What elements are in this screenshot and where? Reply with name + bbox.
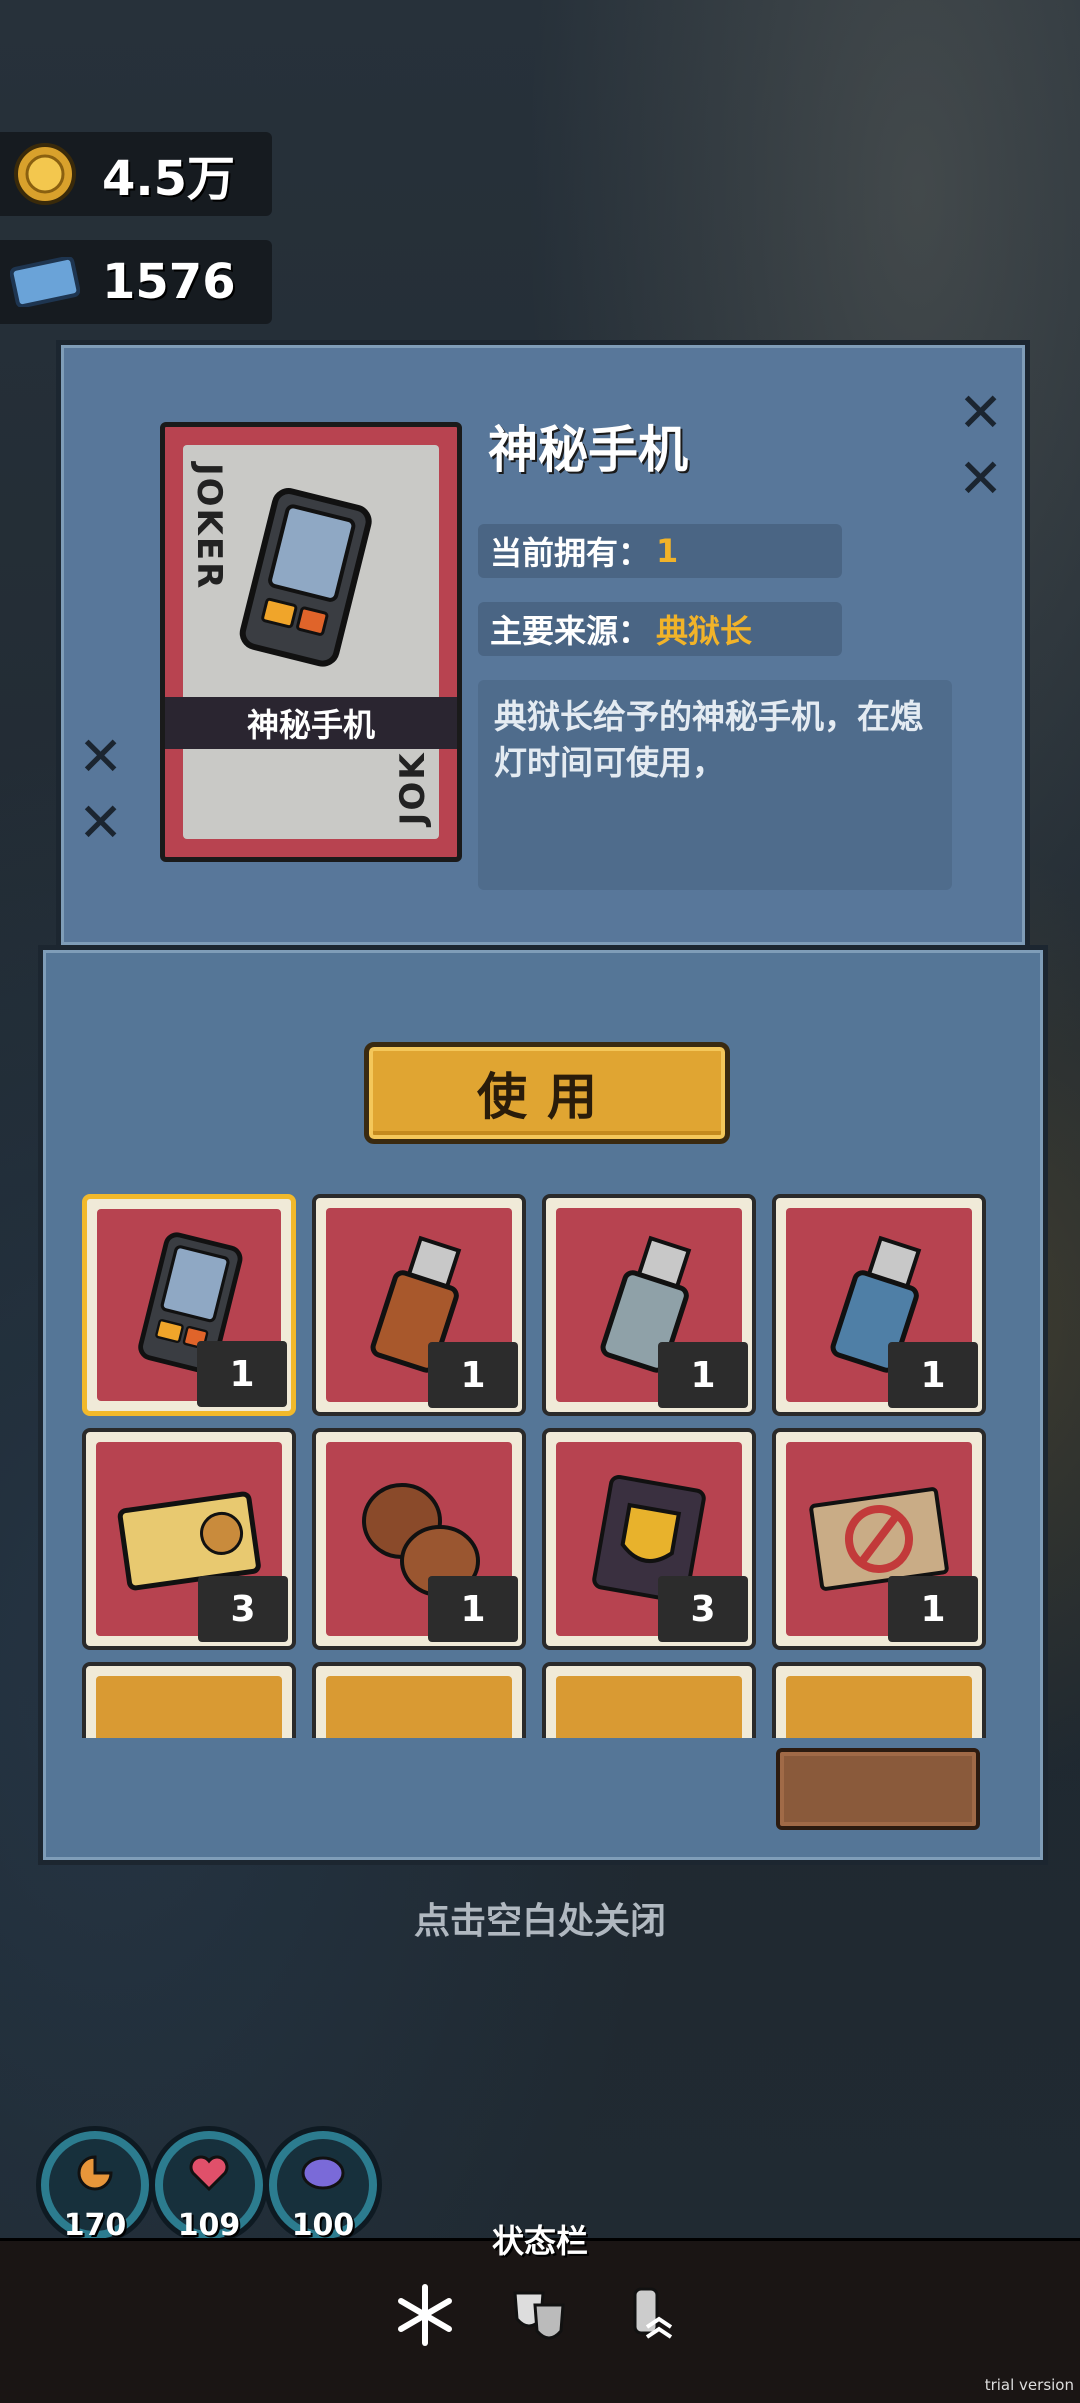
cross-decor-icon: ✕ xyxy=(78,791,124,854)
card-label: 神秘手机 xyxy=(165,697,457,749)
item-card: JOKER JOKER 神秘手机 xyxy=(160,422,462,862)
inventory-slot-usb-blue[interactable]: 1 xyxy=(772,1194,986,1416)
masks-icon[interactable] xyxy=(504,2280,574,2350)
card-face: JOKER JOKER xyxy=(183,445,439,839)
snowflake-icon[interactable] xyxy=(390,2280,460,2350)
inventory-slot-partial[interactable] xyxy=(82,1662,296,1738)
item-count: 1 xyxy=(888,1342,978,1408)
cross-decor-icon: ✕ xyxy=(958,381,1004,444)
close-hint[interactable]: 点击空白处关闭 xyxy=(0,1892,1080,1944)
watermark: trial version xyxy=(984,2376,1074,2394)
status-bar-title: 状态栏 xyxy=(491,2222,588,2260)
cross-decor-icon: ✕ xyxy=(958,447,1004,510)
wood-sign-button[interactable] xyxy=(776,1748,980,1830)
phone-icon xyxy=(239,488,372,667)
coin-value: 4.5万 xyxy=(102,151,236,207)
source-label: 主要来源： xyxy=(490,612,651,650)
inventory-slot-phone[interactable]: 1 xyxy=(82,1194,296,1416)
owned-label: 当前拥有： xyxy=(490,534,651,572)
inventory-slot-usb-grey[interactable]: 1 xyxy=(542,1194,756,1416)
item-count: 1 xyxy=(428,1576,518,1642)
item-count: 3 xyxy=(658,1576,748,1642)
item-title: 神秘手机 xyxy=(488,421,688,479)
inventory-slot-no-smoking[interactable]: 1 xyxy=(772,1428,986,1650)
inventory-slot-partial[interactable] xyxy=(772,1662,986,1738)
heart-icon xyxy=(189,2155,229,2192)
item-count: 1 xyxy=(888,1576,978,1642)
inventory-slot-id-card[interactable]: 3 xyxy=(82,1428,296,1650)
food-icon xyxy=(77,2155,113,2191)
source-value: 典狱长 xyxy=(656,612,753,650)
bottle-rank-icon[interactable] xyxy=(614,2280,684,2350)
inventory-slot-usb-fox[interactable]: 1 xyxy=(312,1194,526,1416)
item-count: 1 xyxy=(428,1342,518,1408)
coin-counter: 4.5万 xyxy=(0,132,272,216)
inventory-slot-walnuts[interactable]: 1 xyxy=(312,1428,526,1650)
item-count: 1 xyxy=(658,1342,748,1408)
item-description: 典狱长给予的神秘手机，在熄灯时间可使用， xyxy=(478,680,952,890)
owned-row: 当前拥有： 1 xyxy=(478,524,842,578)
brain-icon xyxy=(301,2156,345,2190)
use-button[interactable]: 使用 xyxy=(364,1042,730,1144)
ticket-value: 1576 xyxy=(102,254,236,310)
coin-icon xyxy=(10,139,80,209)
item-count: 3 xyxy=(198,1576,288,1642)
cross-decor-icon: ✕ xyxy=(78,725,124,788)
ticket-icon xyxy=(10,247,80,317)
inventory-slot-partial[interactable] xyxy=(312,1662,526,1738)
inventory-grid[interactable]: 1 1 1 1 3 1 3 1 xyxy=(80,1192,996,1738)
source-row: 主要来源： 典狱长 xyxy=(478,602,842,656)
ticket-counter: 1576 xyxy=(0,240,272,324)
owned-value: 1 xyxy=(656,532,679,570)
inventory-slot-gold-badge[interactable]: 3 xyxy=(542,1428,756,1650)
item-count: 1 xyxy=(197,1341,287,1407)
card-corner-text: JOKER xyxy=(189,463,229,591)
inventory-slot-partial[interactable] xyxy=(542,1662,756,1738)
